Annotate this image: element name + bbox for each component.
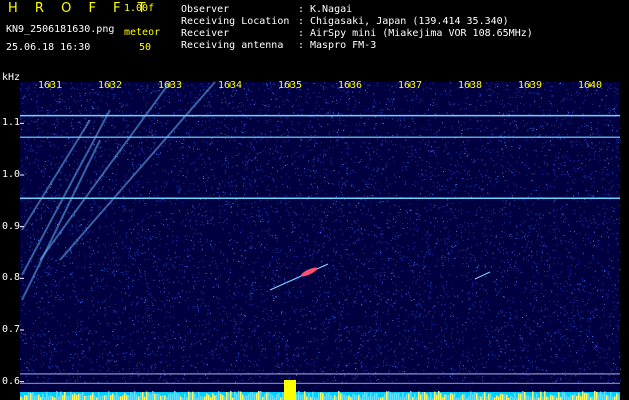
y-tick-label-5: 0.6 xyxy=(2,375,21,387)
x-tick-label-6: 1637 xyxy=(398,80,423,91)
plot-area xyxy=(20,82,620,392)
x-tick-label-8: 1639 xyxy=(518,80,543,91)
x-tick-label-2: 1633 xyxy=(158,80,183,91)
y-tick-label-3: 0.8 xyxy=(2,272,21,284)
x-tick-label-4: 1635 xyxy=(278,80,303,91)
x-tick-label-0: 1631 xyxy=(38,80,63,91)
y-tick-label-1: 1.0 xyxy=(2,169,21,180)
x-tick-label-5: 1636 xyxy=(338,80,363,91)
y-axis-label: kHz xyxy=(2,72,21,83)
y-tick-label-4: 0.7 xyxy=(2,324,21,335)
spectrogram xyxy=(20,81,621,400)
y-tick-label-2: 0.9 xyxy=(2,220,21,232)
x-tick-label-9: 1640 xyxy=(578,80,603,91)
bottom-bar-peak xyxy=(284,380,296,400)
y-tick-label-0: 1.1 xyxy=(2,117,21,129)
x-tick-label-1: 1632 xyxy=(98,80,123,91)
x-tick-label-3: 1634 xyxy=(218,80,243,91)
x-tick-label-7: 1638 xyxy=(458,80,483,91)
